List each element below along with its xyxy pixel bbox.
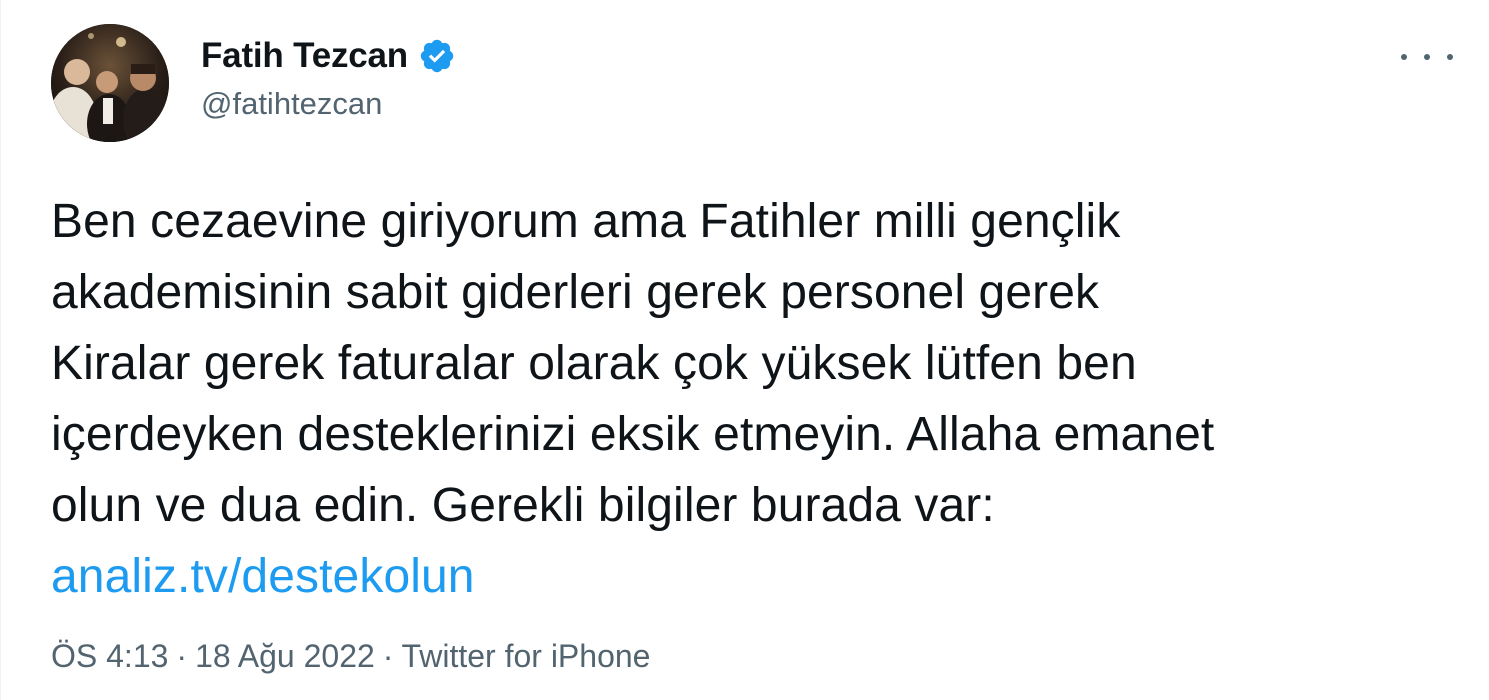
meta-separator: · (382, 638, 394, 674)
tweet-date[interactable]: 18 Ağu 2022 (195, 638, 375, 674)
verified-badge-icon (418, 37, 456, 75)
tweet-text: Ben cezaevine giriyorum ama Fatihler mil… (51, 186, 1461, 612)
author-display-name[interactable]: Fatih Tezcan (201, 36, 408, 76)
more-horizontal-icon[interactable] (1401, 42, 1453, 72)
tweet-text-line: içerdeyken desteklerinizi eksik etmeyin.… (51, 408, 1215, 461)
tweet-source[interactable]: Twitter for iPhone (401, 638, 650, 674)
tweet-text-line: olun ve dua edin. Gerekli bilgiler burad… (51, 479, 995, 532)
more-dot (1424, 54, 1430, 60)
tweet-text-line: akademisinin sabit giderleri gerek perso… (51, 266, 1100, 319)
tweet-time[interactable]: ÖS 4:13 (51, 638, 168, 674)
tweet-meta: ÖS 4:13 · 18 Ağu 2022 · Twitter for iPhone (51, 638, 650, 675)
avatar[interactable] (51, 24, 169, 142)
tweet-link[interactable]: analiz.tv/destekolun (51, 550, 475, 603)
tweet-card: Fatih Tezcan @fatihtezcan Ben cezaevine … (0, 0, 1489, 700)
tweet-text-line: Ben cezaevine giriyorum ama Fatihler mil… (51, 195, 1121, 248)
author-name-row[interactable]: Fatih Tezcan (201, 34, 456, 78)
tweet-text-line: Kiralar gerek faturalar olarak çok yükse… (51, 337, 1137, 390)
author-handle[interactable]: @fatihtezcan (201, 86, 382, 122)
meta-separator: · (176, 638, 188, 674)
more-dot (1447, 54, 1453, 60)
more-dot (1401, 54, 1407, 60)
